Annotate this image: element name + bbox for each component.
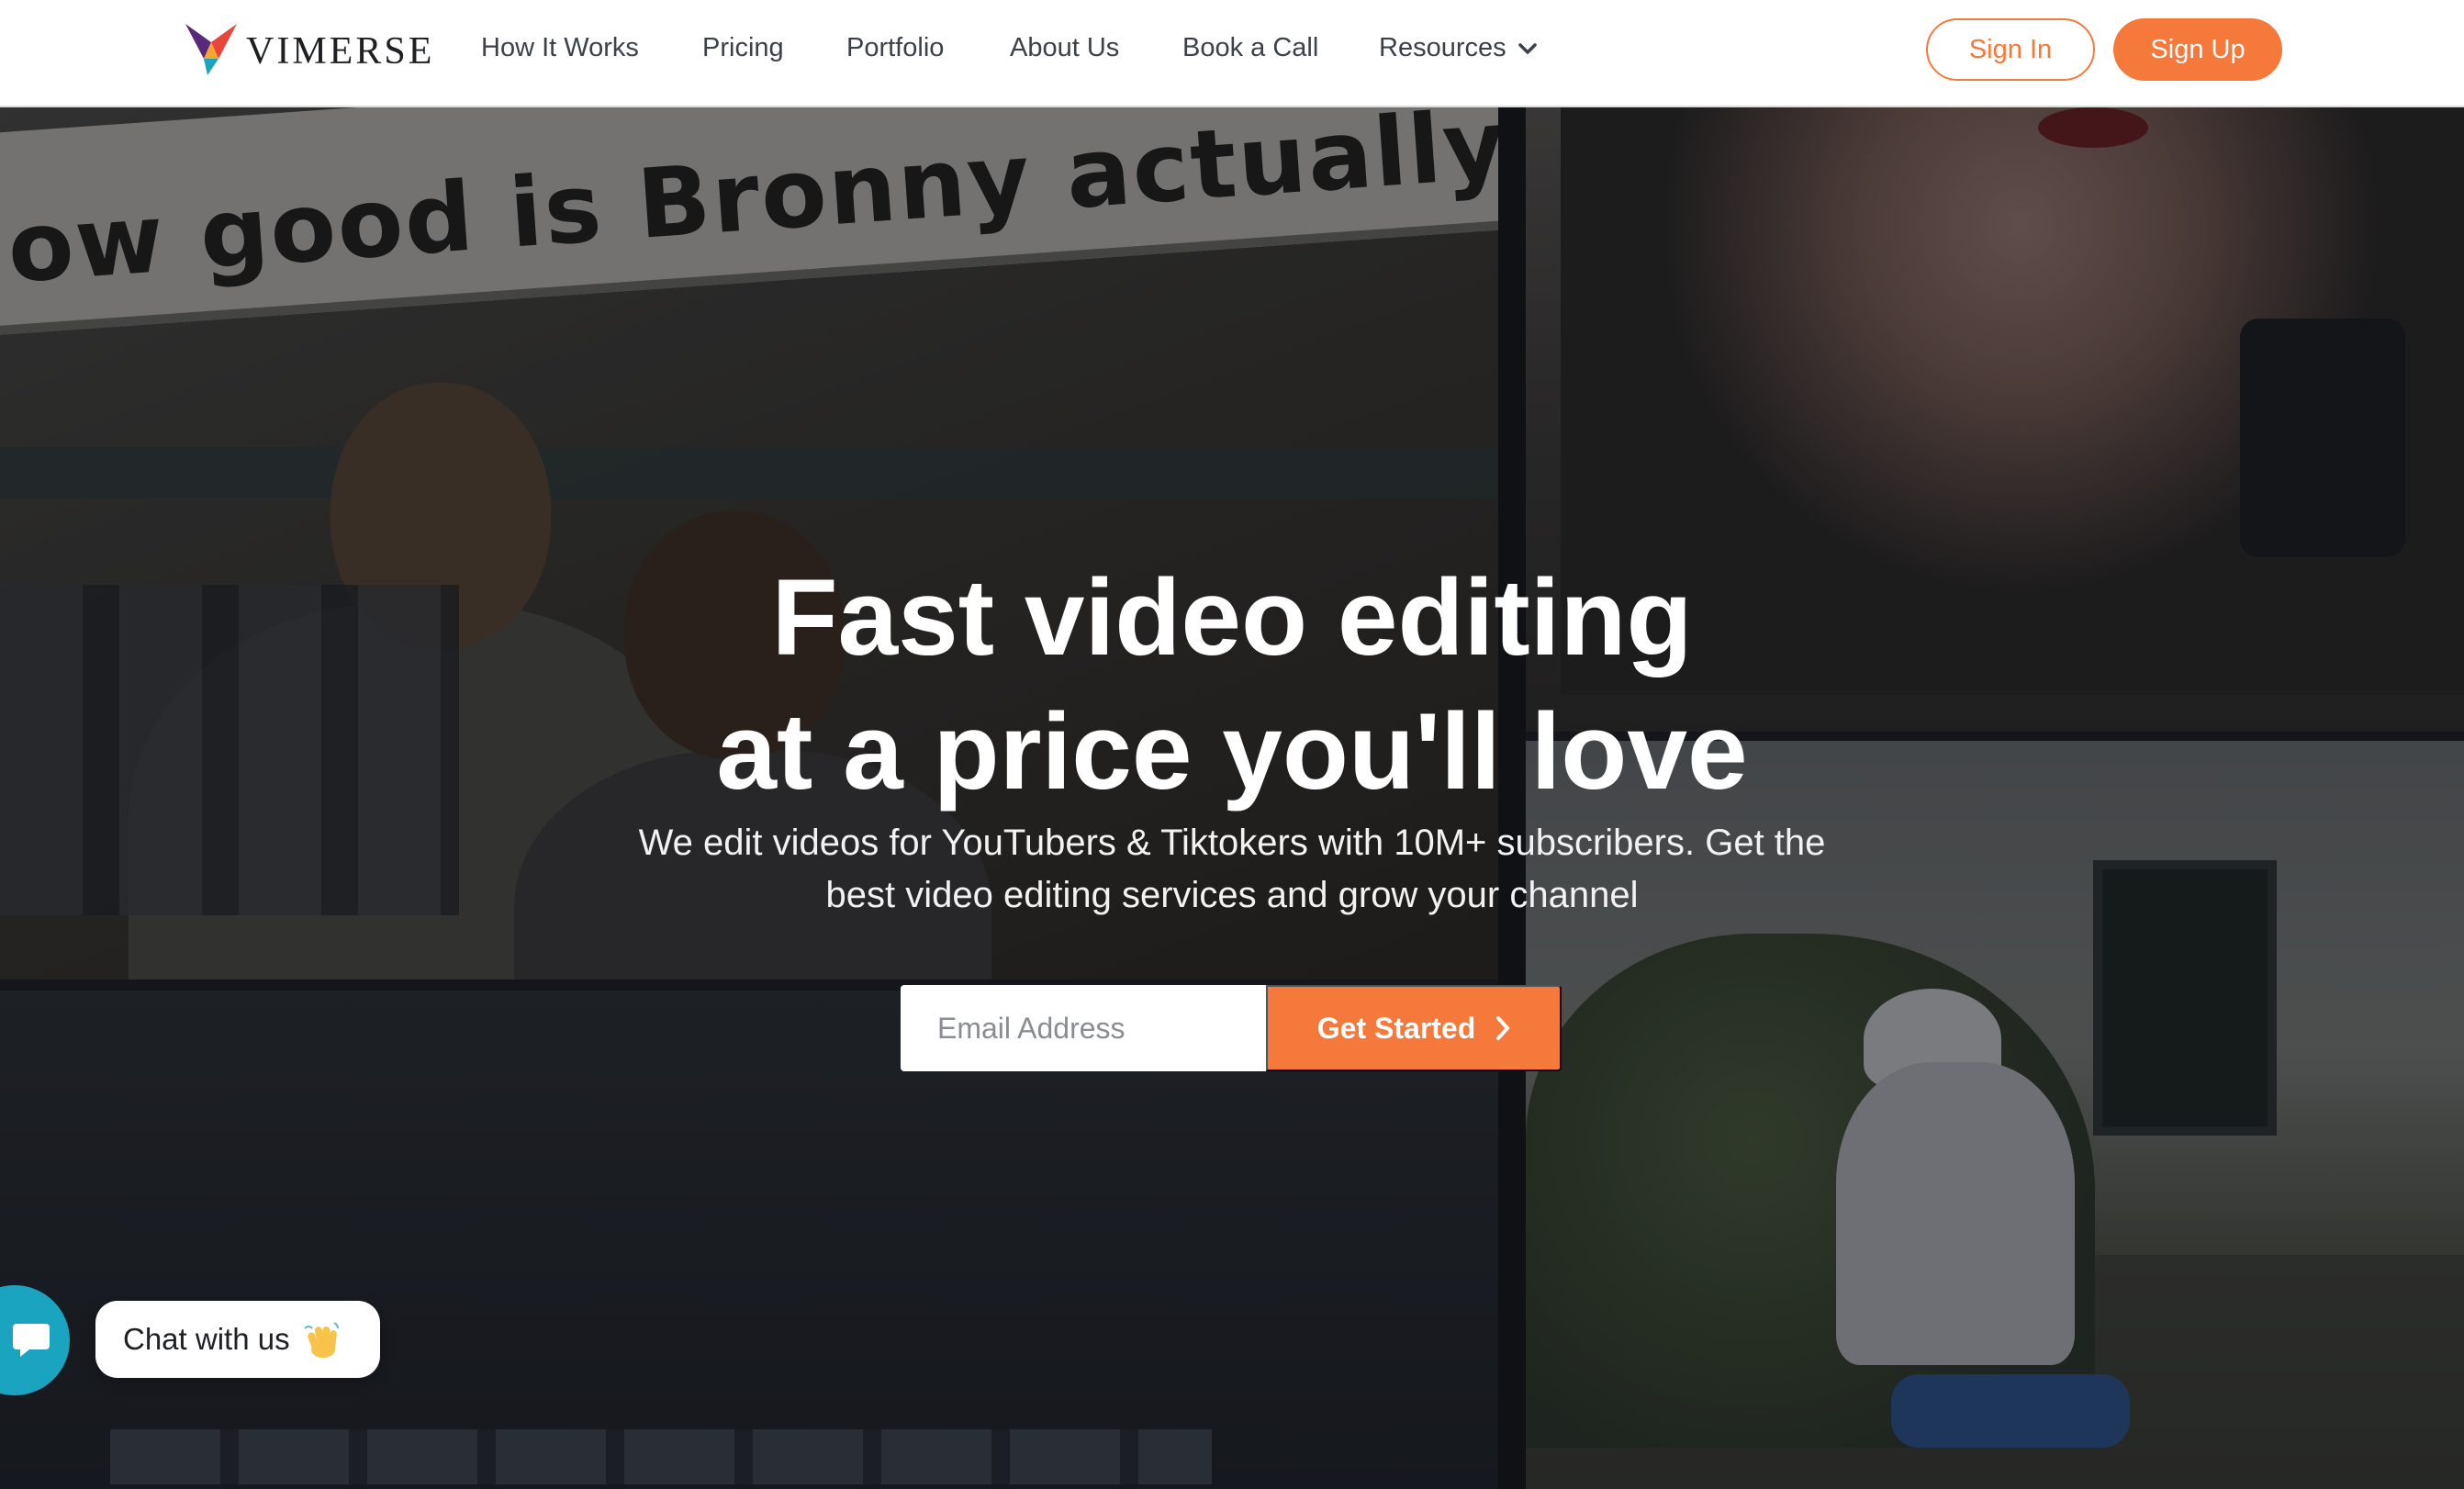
vimerse-logo[interactable]: VIMERSE [184,22,441,77]
get-started-button[interactable]: Get Started [1266,985,1562,1071]
email-input[interactable] [901,985,1266,1071]
nav-link-portfolio[interactable]: Portfolio [846,33,944,63]
hero-subtitle: We edit videos for YouTubers & Tiktokers… [569,817,1895,922]
chat-with-us-pill[interactable]: Chat with us [95,1301,380,1378]
top-navbar: VIMERSE How It Works Pricing Portfolio A… [0,0,2464,107]
chat-bubble-icon [13,1324,50,1357]
nav-resources-label: Resources [1379,33,1506,62]
nav-link-how-it-works[interactable]: How It Works [481,33,639,63]
get-started-label: Get Started [1316,1011,1476,1045]
hero-subtitle-line1: We edit videos for YouTubers & Tiktokers… [638,823,1826,863]
nav-link-about-us[interactable]: About Us [1010,33,1119,63]
chevron-down-icon [1518,43,1537,55]
logo-wordmark: VIMERSE [246,30,435,73]
sign-up-button[interactable]: Sign Up [2113,18,2282,81]
nav-link-book-a-call[interactable]: Book a Call [1182,33,1318,63]
hero-title-line1: Fast video editing [771,557,1693,678]
hero-title: Fast video editing at a price you'll lov… [0,551,2464,819]
chevron-right-icon [1496,1016,1510,1040]
nav-link-pricing[interactable]: Pricing [702,33,784,63]
waving-hand-icon [303,1322,339,1358]
logo-mark-icon [185,24,237,75]
sign-in-button[interactable]: Sign In [1926,18,2095,81]
chat-with-us-label: Chat with us [123,1322,290,1356]
nav-link-resources[interactable]: Resources [1379,33,1538,63]
hero-subtitle-line2: best video editing services and grow you… [825,875,1639,915]
hero-title-line2: at a price you'll love [716,691,1748,812]
